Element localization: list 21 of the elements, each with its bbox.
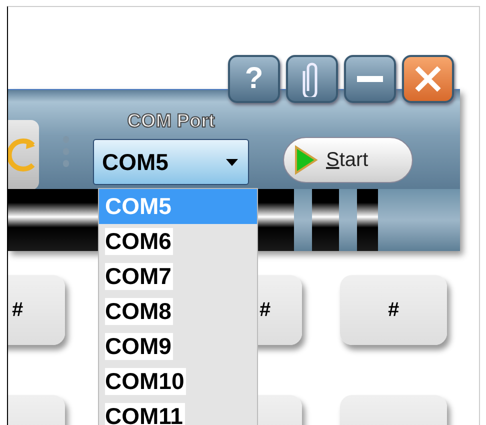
port-option[interactable]: COM11 <box>99 399 257 425</box>
play-icon <box>294 145 318 175</box>
port-option[interactable]: COM9 <box>99 329 257 364</box>
attach-button[interactable] <box>286 55 338 103</box>
refresh-button[interactable] <box>8 120 39 190</box>
minimize-button[interactable] <box>344 55 396 103</box>
start-button[interactable]: Start <box>283 137 413 183</box>
refresh-icon <box>8 137 37 173</box>
port-option[interactable]: COM10 <box>99 364 257 399</box>
port-option[interactable]: COM7 <box>99 259 257 294</box>
close-button[interactable] <box>402 55 454 103</box>
close-icon <box>414 65 442 93</box>
minimize-icon <box>357 76 383 82</box>
grip-handle[interactable] <box>63 136 69 167</box>
com-port-dropdown[interactable]: COM5 <box>93 139 249 185</box>
port-option[interactable]: COM6 <box>99 224 257 259</box>
port-option[interactable]: COM8 <box>99 294 257 329</box>
keypad-key[interactable]: # <box>8 275 65 345</box>
com-port-label: COM Port <box>127 111 215 133</box>
keypad-key[interactable]: # <box>340 275 447 345</box>
caret-icon <box>226 158 238 166</box>
